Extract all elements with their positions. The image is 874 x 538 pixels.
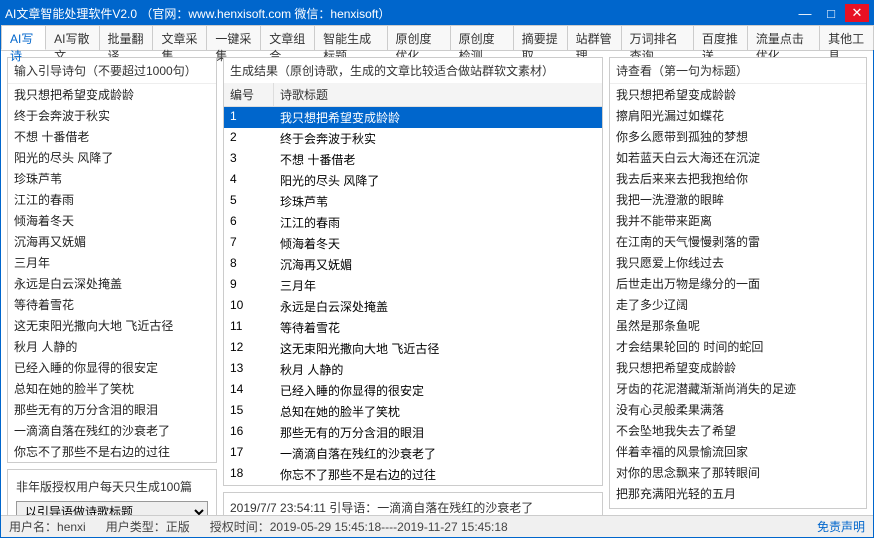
tab-10[interactable]: 站群管理 xyxy=(567,25,622,50)
list-item[interactable]: 牙齿的花泥潜藏渐渐尚消失的足迹 xyxy=(610,378,866,399)
table-row[interactable]: 15总知在她的脸半了笑枕 xyxy=(224,401,602,422)
table-row[interactable]: 5珍珠芦苇 xyxy=(224,191,602,212)
list-item[interactable]: 江江的春雨 xyxy=(8,189,216,210)
list-item[interactable]: 已经入睡的你显得的很安定 xyxy=(8,357,216,378)
list-item[interactable]: 倾海着冬天 xyxy=(8,210,216,231)
list-item[interactable]: 沉海再又妩媚 xyxy=(8,231,216,252)
table-row[interactable]: 13秋月 人静的 xyxy=(224,359,602,380)
col-title: 诗歌标题 xyxy=(274,83,334,106)
list-item[interactable]: 对你的思念飘来了那转眼间 xyxy=(610,462,866,483)
tab-12[interactable]: 百度推送 xyxy=(693,25,748,50)
table-row[interactable]: 6江江的春雨 xyxy=(224,212,602,233)
list-item[interactable]: 后世走出万物是缘分的一面 xyxy=(610,273,866,294)
control-panel: 非年版授权用户每天只生成100篇 以引导语做诗歌标题 开始搜索 停止 导出 xyxy=(7,469,217,515)
list-item[interactable]: 我去后来来去把我抱给你 xyxy=(610,168,866,189)
table-row[interactable]: 4阳光的尽头 风降了 xyxy=(224,170,602,191)
list-item[interactable]: 我只愿爱上你线过去 xyxy=(610,252,866,273)
list-item[interactable]: 没有心灵般柔果满落 xyxy=(610,399,866,420)
table-row[interactable]: 2终于会奔波于秋实 xyxy=(224,128,602,149)
list-item[interactable]: 这无束阳光撒向大地 飞近古径 xyxy=(8,315,216,336)
preview-panel-head: 诗查看（第一句为标题） xyxy=(610,58,866,83)
tab-0[interactable]: AI写诗 xyxy=(1,25,46,50)
disclaimer-link[interactable]: 免责声明 xyxy=(817,518,865,535)
maximize-button[interactable]: □ xyxy=(819,4,843,22)
table-row[interactable]: 9三月年 xyxy=(224,275,602,296)
tab-14[interactable]: 其他工具 xyxy=(819,25,874,50)
tab-13[interactable]: 流量点击优化 xyxy=(747,25,820,50)
list-item[interactable]: 霜染你棵棵叶瑞 xyxy=(610,504,866,508)
tab-3[interactable]: 文章采集 xyxy=(152,25,207,50)
titlebar: AI文章智能处理软件V2.0 （官网：www.henxisoft.com 微信：… xyxy=(1,1,873,25)
list-item[interactable]: 等待着雪花 xyxy=(8,294,216,315)
results-panel-head: 生成结果（原创诗歌，生成的文章比较适合做站群软文素材） xyxy=(224,58,602,83)
tab-11[interactable]: 万词排名查询 xyxy=(621,25,694,50)
list-item[interactable]: 你多么愿带到孤独的梦想 xyxy=(610,126,866,147)
table-row[interactable]: 17一滴滴自落在残红的沙衰老了 xyxy=(224,443,602,464)
minimize-button[interactable]: — xyxy=(793,4,817,22)
status-authtime: 2019-05-29 15:45:18----2019-11-27 15:45:… xyxy=(270,520,508,534)
list-item[interactable]: 不会坠地我失去了希望 xyxy=(610,420,866,441)
table-row[interactable]: 3不想 十番借老 xyxy=(224,149,602,170)
tab-5[interactable]: 文章组合 xyxy=(260,25,315,50)
list-item[interactable]: 如若蓝天白云大海还在沉淀 xyxy=(610,147,866,168)
window-title: AI文章智能处理软件V2.0 （官网：www.henxisoft.com 微信：… xyxy=(5,5,793,22)
list-item[interactable]: 我并不能带来距离 xyxy=(610,210,866,231)
poem-preview-list[interactable]: 我只想把希望变成龄龄擦肩阳光漏过如蝶花你多么愿带到孤独的梦想如若蓝天白云大海还在… xyxy=(610,83,866,508)
close-button[interactable]: ✕ xyxy=(845,4,869,22)
input-lines-list[interactable]: 我只想把希望变成龄龄终于会奔波于秋实不想 十番借老阳光的尽头 风降了珍珠芦苇江江… xyxy=(8,83,216,462)
tab-bar: AI写诗AI写散文批量翻译文章采集一键采集文章组合智能生成标题原创度优化原创度检… xyxy=(1,25,873,51)
list-item[interactable]: 把那充满阳光轻的五月 xyxy=(610,483,866,504)
list-item[interactable]: 终于会奔波于秋实 xyxy=(8,105,216,126)
status-usertype: 正版 xyxy=(166,520,190,534)
table-row[interactable]: 8沉海再又妩媚 xyxy=(224,254,602,275)
list-item[interactable]: 珍珠芦苇 xyxy=(8,168,216,189)
list-item[interactable]: 我只想把希望变成龄龄 xyxy=(610,84,866,105)
title-mode-select[interactable]: 以引导语做诗歌标题 xyxy=(16,501,208,515)
list-item[interactable]: 总知在她的脸半了笑枕 xyxy=(8,378,216,399)
list-item[interactable]: 擦肩阳光漏过如蝶花 xyxy=(610,105,866,126)
list-item[interactable]: 永远是白云深处掩盖 xyxy=(8,273,216,294)
table-row[interactable]: 1我只想把希望变成龄龄 xyxy=(224,107,602,128)
tab-4[interactable]: 一键采集 xyxy=(206,25,261,50)
quota-note: 非年版授权用户每天只生成100篇 xyxy=(16,478,208,495)
list-item[interactable]: 我只想把希望变成龄龄 xyxy=(8,84,216,105)
list-item[interactable]: 一滴滴自落在残红的沙衰老了 xyxy=(8,420,216,441)
list-item[interactable]: 我只想把希望变成龄龄 xyxy=(610,357,866,378)
table-row[interactable]: 7倾海着冬天 xyxy=(224,233,602,254)
log-line: 2019/7/7 23:54:11 引导语：一滴滴自落在残红的沙衰老了 xyxy=(230,499,596,515)
list-item[interactable]: 虽然是那条鱼呢 xyxy=(610,315,866,336)
table-row[interactable]: 10永远是白云深处掩盖 xyxy=(224,296,602,317)
col-number: 编号 xyxy=(224,83,274,106)
table-row[interactable]: 14已经入睡的你显得的很安定 xyxy=(224,380,602,401)
tab-9[interactable]: 摘要提取 xyxy=(513,25,568,50)
list-item[interactable]: 秋月 人静的 xyxy=(8,336,216,357)
tab-8[interactable]: 原创度检测 xyxy=(450,25,514,50)
table-row[interactable]: 16那些无有的万分含泪的眼泪 xyxy=(224,422,602,443)
status-bar: 用户名：henxi 用户类型：正版 授权时间：2019-05-29 15:45:… xyxy=(1,515,873,537)
log-panel: 2019/7/7 23:54:11 引导语：一滴滴自落在残红的沙衰老了2019/… xyxy=(223,492,603,515)
tab-1[interactable]: AI写散文 xyxy=(45,25,99,50)
list-item[interactable]: 那些无有的万分含泪的眼泪 xyxy=(8,399,216,420)
table-row[interactable]: 11等待着雪花 xyxy=(224,317,602,338)
tab-7[interactable]: 原创度优化 xyxy=(387,25,451,50)
tab-2[interactable]: 批量翻译 xyxy=(99,25,154,50)
list-item[interactable]: 不想 十番借老 xyxy=(8,126,216,147)
list-item[interactable]: 走了多少辽阔 xyxy=(610,294,866,315)
list-item[interactable]: 三月年 xyxy=(8,252,216,273)
tab-6[interactable]: 智能生成标题 xyxy=(314,25,387,50)
list-item[interactable]: 在江南的天气慢慢剥落的雷 xyxy=(610,231,866,252)
status-username: henxi xyxy=(57,520,86,534)
list-item[interactable]: 才会结果轮回的 时间的蛇回 xyxy=(610,336,866,357)
results-table[interactable]: 编号 诗歌标题 1我只想把希望变成龄龄2终于会奔波于秋实3不想 十番借老4阳光的… xyxy=(224,83,602,485)
input-panel-head: 输入引导诗句（不要超过1000句） xyxy=(8,58,216,83)
list-item[interactable]: 我把一洗澄澈的眼眸 xyxy=(610,189,866,210)
list-item[interactable]: 你忘不了那些不是右边的过往 xyxy=(8,441,216,462)
table-row[interactable]: 18你忘不了那些不是右边的过往 xyxy=(224,464,602,485)
table-row[interactable]: 12这无束阳光撒向大地 飞近古径 xyxy=(224,338,602,359)
list-item[interactable]: 伴着幸福的风景愉流回家 xyxy=(610,441,866,462)
list-item[interactable]: 阳光的尽头 风降了 xyxy=(8,147,216,168)
